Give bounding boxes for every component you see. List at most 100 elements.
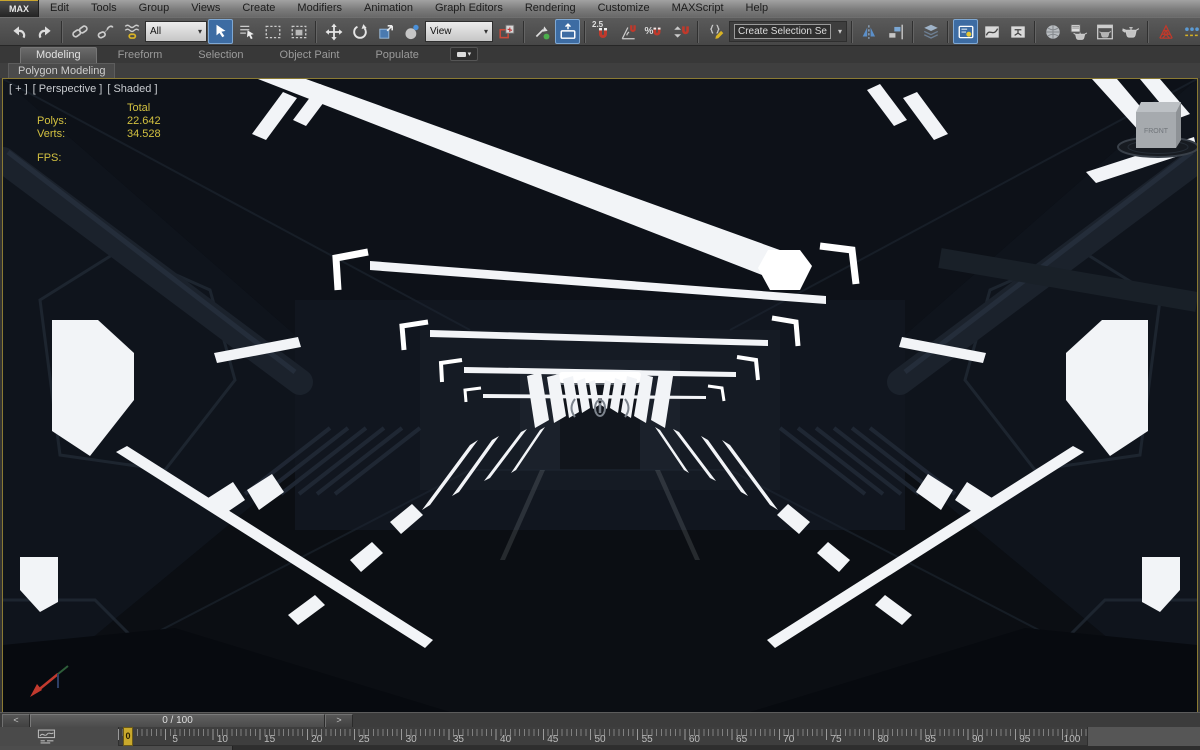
application-button[interactable]: MAX bbox=[0, 0, 39, 17]
next-frame-button[interactable]: > bbox=[325, 714, 353, 728]
ribbon-tabs: Modeling Freeform Selection Object Paint Pop… bbox=[20, 47, 440, 63]
toolbar-separator bbox=[851, 20, 853, 43]
frame-label-30: 30 bbox=[405, 734, 417, 745]
chevron-down-icon: ▾ bbox=[197, 27, 202, 36]
toolbar-separator bbox=[697, 20, 699, 43]
toolbar-separator bbox=[1034, 20, 1036, 43]
menu-maxscript[interactable]: MAXScript bbox=[661, 0, 735, 17]
material-editor-icon[interactable] bbox=[1040, 19, 1065, 44]
frame-label-80: 80 bbox=[877, 734, 889, 745]
scale-icon[interactable] bbox=[373, 19, 398, 44]
align-icon[interactable] bbox=[883, 19, 908, 44]
menu-group[interactable]: Group bbox=[128, 0, 181, 17]
frame-label-85: 85 bbox=[924, 734, 936, 745]
chevron-down-icon: ▾ bbox=[837, 27, 842, 36]
time-slider-handle[interactable]: 0 / 100 bbox=[30, 714, 325, 728]
render-production-icon[interactable] bbox=[1118, 19, 1143, 44]
frame-label-45: 45 bbox=[547, 734, 559, 745]
frame-label-40: 40 bbox=[500, 734, 512, 745]
selection-filter-dropdown[interactable]: All ▾ bbox=[145, 21, 207, 42]
previous-frame-button[interactable]: < bbox=[2, 714, 30, 728]
3dsmax-window: MAX Edit Tools Group Views Create Modifiers An… bbox=[0, 0, 1200, 750]
menu-tools[interactable]: Tools bbox=[80, 0, 128, 17]
toolbar-separator bbox=[947, 20, 949, 43]
window-crossing-icon[interactable] bbox=[286, 19, 311, 44]
mirror-icon[interactable] bbox=[857, 19, 882, 44]
viewport-menu-shading[interactable]: [ Shaded ] bbox=[107, 83, 157, 95]
menu-graph-editors[interactable]: Graph Editors bbox=[424, 0, 514, 17]
viewport-scene[interactable]: FRONT bbox=[3, 79, 1197, 712]
toolbar-separator bbox=[315, 20, 317, 43]
polygon-modeling-panel[interactable]: Polygon Modeling bbox=[8, 63, 116, 78]
viewport-menu-pov[interactable]: [ Perspective ] bbox=[33, 83, 103, 95]
tab-freeform[interactable]: Freeform bbox=[103, 48, 178, 63]
undo-icon[interactable] bbox=[6, 19, 31, 44]
toolbar-separator bbox=[912, 20, 914, 43]
manipulate-icon[interactable] bbox=[529, 19, 554, 44]
tab-object-paint[interactable]: Object Paint bbox=[265, 48, 355, 63]
frame-label-10: 10 bbox=[216, 734, 228, 745]
rotate-icon[interactable] bbox=[347, 19, 372, 44]
pivot-center-icon[interactable] bbox=[494, 19, 519, 44]
frame-label-65: 65 bbox=[736, 734, 748, 745]
menu-rendering[interactable]: Rendering bbox=[514, 0, 587, 17]
frame-label-100: 100 bbox=[1063, 734, 1081, 745]
main-toolbar: All ▾ View ▾ 2.5 % Create Selection Se ▾ bbox=[0, 17, 1200, 46]
angle-snap-icon[interactable] bbox=[616, 19, 641, 44]
move-icon[interactable] bbox=[321, 19, 346, 44]
menu-create[interactable]: Create bbox=[231, 0, 286, 17]
named-selection-value: Create Selection Se bbox=[734, 24, 831, 39]
frame-label-90: 90 bbox=[972, 734, 984, 745]
tab-modeling[interactable]: Modeling bbox=[20, 47, 97, 63]
menu-help[interactable]: Help bbox=[735, 0, 780, 17]
named-selection-dropdown[interactable]: Create Selection Se ▾ bbox=[729, 21, 847, 42]
bind-spacewarp-icon[interactable] bbox=[119, 19, 144, 44]
schematic-view-icon[interactable] bbox=[1005, 19, 1030, 44]
snap-mode-label: 2.5 bbox=[592, 20, 604, 29]
unlink-icon[interactable] bbox=[93, 19, 118, 44]
status-bar-strip bbox=[0, 746, 1200, 750]
redo-icon[interactable] bbox=[32, 19, 57, 44]
ribbon-toggle-icon bbox=[456, 51, 466, 57]
scene-explorer-icon[interactable] bbox=[953, 19, 978, 44]
ribbon-display-toggle[interactable]: ▾ bbox=[449, 47, 478, 61]
toolbar-separator bbox=[61, 20, 63, 43]
menu-customize[interactable]: Customize bbox=[587, 0, 661, 17]
select-object-icon[interactable] bbox=[208, 19, 233, 44]
viewport-menu-general[interactable]: [ + ] bbox=[9, 83, 28, 95]
curve-editor-icon[interactable] bbox=[979, 19, 1004, 44]
tab-populate[interactable]: Populate bbox=[360, 48, 433, 63]
mini-curve-editor-button[interactable] bbox=[30, 728, 64, 744]
state-sets-icon[interactable] bbox=[1179, 19, 1200, 44]
snap-toggle-icon[interactable]: 2.5 bbox=[590, 19, 615, 44]
menu-edit[interactable]: Edit bbox=[39, 0, 80, 17]
menu-views[interactable]: Views bbox=[180, 0, 231, 17]
select-link-icon[interactable] bbox=[67, 19, 92, 44]
render-setup-icon[interactable] bbox=[1066, 19, 1091, 44]
keyboard-override-icon[interactable] bbox=[555, 19, 580, 44]
select-by-name-icon[interactable] bbox=[234, 19, 259, 44]
toolbar-separator bbox=[1147, 20, 1149, 43]
menu-modifiers[interactable]: Modifiers bbox=[286, 0, 353, 17]
frame-label-15: 15 bbox=[264, 734, 276, 745]
named-selection-edit-icon[interactable] bbox=[703, 19, 728, 44]
current-frame-marker[interactable]: 0 bbox=[123, 727, 133, 746]
coord-system-dropdown[interactable]: View ▾ bbox=[425, 21, 493, 42]
menu-animation[interactable]: Animation bbox=[353, 0, 424, 17]
tab-selection[interactable]: Selection bbox=[183, 48, 258, 63]
spinner-snap-icon[interactable] bbox=[668, 19, 693, 44]
layer-manager-icon[interactable] bbox=[918, 19, 943, 44]
menu-bar: MAX Edit Tools Group Views Create Modifiers An… bbox=[0, 0, 1200, 17]
track-bar[interactable]: 0 5 10 15 20 25 30 35 40 45 50 55 60 65 70 75 80 85 90 95 10… bbox=[0, 727, 1200, 746]
percent-snap-icon[interactable]: % bbox=[642, 19, 667, 44]
frame-label-50: 50 bbox=[594, 734, 606, 745]
a360-render-icon[interactable] bbox=[1153, 19, 1178, 44]
select-place-icon[interactable] bbox=[399, 19, 424, 44]
frame-label-95: 95 bbox=[1019, 734, 1031, 745]
toolbar-separator bbox=[523, 20, 525, 43]
perspective-viewport[interactable]: FRONT [ + ] [ Perspective ] [ Shaded ] T… bbox=[2, 78, 1198, 713]
rect-selection-icon[interactable] bbox=[260, 19, 285, 44]
status-prompt-area bbox=[0, 746, 233, 750]
frame-label-5: 5 bbox=[172, 734, 178, 745]
rendered-frame-icon[interactable] bbox=[1092, 19, 1117, 44]
